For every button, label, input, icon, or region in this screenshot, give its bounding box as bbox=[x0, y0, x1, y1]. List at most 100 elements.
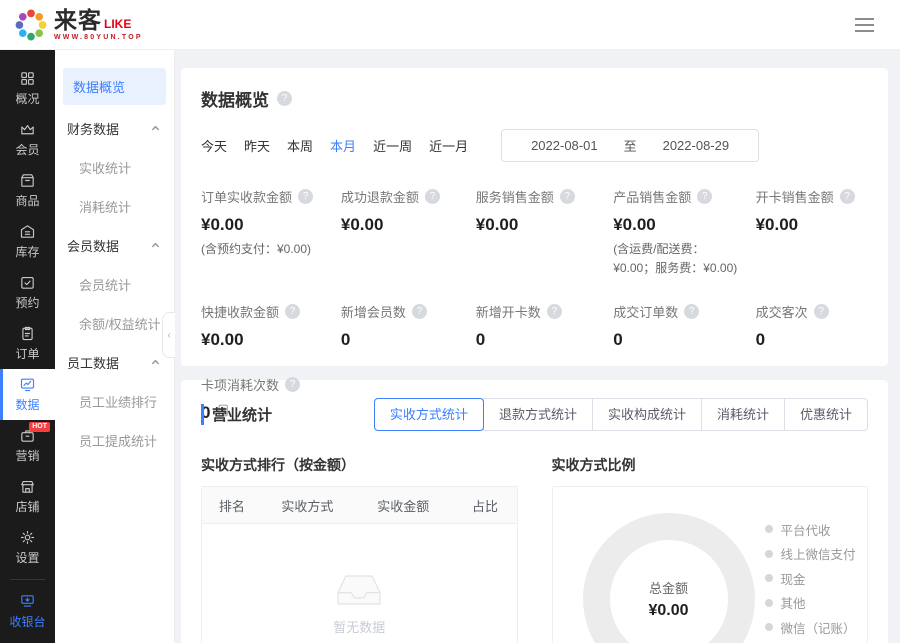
date-end[interactable]: 2022-08-29 bbox=[663, 138, 730, 153]
rail-item-appointments[interactable]: 预约 bbox=[0, 267, 55, 318]
sidebar-item-data-overview[interactable]: 数据概览 bbox=[63, 68, 166, 105]
app-logo[interactable]: 来客 LIKE WWW.80YUN.TOP bbox=[14, 8, 143, 42]
filter-last-week[interactable]: 近一周 bbox=[373, 136, 412, 155]
panel-title: 实收方式排行（按金额） bbox=[201, 455, 518, 475]
column-header: 排名 bbox=[202, 496, 262, 515]
stat-new-cards: 新增开卡数? 0 bbox=[476, 302, 603, 350]
rail-item-cashier[interactable]: 收银台 bbox=[0, 586, 55, 637]
logo-text: 来客 LIKE WWW.80YUN.TOP bbox=[54, 9, 143, 41]
help-icon[interactable]: ? bbox=[285, 377, 300, 392]
rail-item-overview[interactable]: 概况 bbox=[0, 63, 55, 114]
monitor-chart-icon bbox=[19, 376, 36, 393]
stat-value: 0 bbox=[756, 330, 868, 350]
help-icon[interactable]: ? bbox=[425, 189, 440, 204]
stat-label: 成功退款金额 bbox=[341, 187, 419, 206]
rail-item-label: 数据 bbox=[15, 396, 39, 413]
sidebar-item-staff-ranking[interactable]: 员工业绩排行 bbox=[55, 382, 174, 421]
help-icon[interactable]: ? bbox=[547, 304, 562, 319]
help-icon[interactable]: ? bbox=[840, 189, 855, 204]
ranking-table: 排名 实收方式 实收金额 占比 暂无数据 bbox=[201, 486, 518, 643]
sidebar-group-finance[interactable]: 财务数据 bbox=[55, 109, 174, 148]
rail-item-label: 预约 bbox=[15, 294, 39, 311]
filter-last-month[interactable]: 近一月 bbox=[429, 136, 468, 155]
legend-item[interactable]: 微信（记账） bbox=[765, 615, 870, 640]
rail-item-marketing[interactable]: HOT 营销 bbox=[0, 420, 55, 471]
rail-item-members[interactable]: 会员 bbox=[0, 114, 55, 165]
column-header: 占比 bbox=[454, 496, 517, 515]
stat-customer-visits: 成交客次? 0 bbox=[756, 302, 868, 350]
date-start[interactable]: 2022-08-01 bbox=[531, 138, 598, 153]
donut-center: 总金额 ¥0.00 bbox=[583, 513, 755, 643]
help-icon[interactable]: ? bbox=[814, 304, 829, 319]
sidebar-group-members[interactable]: 会员数据 bbox=[55, 226, 174, 265]
cash-register-icon bbox=[19, 593, 36, 610]
legend-item[interactable]: 其他 bbox=[765, 591, 870, 616]
calendar-check-icon bbox=[19, 274, 36, 291]
date-range-picker[interactable]: 2022-08-01 至 2022-08-29 bbox=[501, 129, 759, 162]
stat-service-sales: 服务销售金额? ¥0.00 bbox=[476, 187, 603, 277]
legend-dot bbox=[765, 574, 773, 582]
rail-item-settings[interactable]: 设置 bbox=[0, 522, 55, 573]
filter-today[interactable]: 今天 bbox=[201, 136, 227, 155]
stat-product-sales: 产品销售金额? ¥0.00 (含运费/配送费：¥0.00；服务费：¥0.00) bbox=[613, 187, 745, 277]
rail-item-store[interactable]: 店铺 bbox=[0, 471, 55, 522]
rail-item-orders[interactable]: 订单 bbox=[0, 318, 55, 369]
tab-payment-method-stats[interactable]: 实收方式统计 bbox=[374, 398, 484, 431]
sidebar-group-label: 会员数据 bbox=[67, 236, 119, 255]
help-icon[interactable]: ? bbox=[298, 189, 313, 204]
menu-icon[interactable] bbox=[851, 14, 878, 36]
column-header: 实收金额 bbox=[353, 496, 454, 515]
tab-consumption-stats[interactable]: 消耗统计 bbox=[701, 398, 785, 431]
sidebar-group-staff[interactable]: 员工数据 bbox=[55, 343, 174, 382]
rail-item-label: 概况 bbox=[15, 90, 39, 107]
table-header: 排名 实收方式 实收金额 占比 bbox=[202, 487, 517, 524]
legend-item[interactable]: 平台代收 bbox=[765, 517, 870, 542]
legend-item[interactable]: 现金 bbox=[765, 566, 870, 591]
sidebar-item-income-stats[interactable]: 实收统计 bbox=[55, 148, 174, 187]
legend-item[interactable]: 支付宝（记账） bbox=[765, 640, 870, 643]
stat-label: 卡项消耗次数 bbox=[201, 375, 279, 394]
stat-label: 产品销售金额 bbox=[613, 187, 691, 206]
legend-label: 平台代收 bbox=[781, 520, 831, 539]
payment-ranking-panel: 实收方式排行（按金额） 排名 实收方式 实收金额 占比 暂无数据 bbox=[201, 455, 518, 643]
stat-value: ¥0.00 bbox=[476, 215, 603, 235]
rail-item-inventory[interactable]: 库存 bbox=[0, 216, 55, 267]
legend-item[interactable]: 线上微信支付 bbox=[765, 542, 870, 567]
payment-proportion-panel: 实收方式比例 总金额 ¥0.00 平台代收 线上微信支付 现金 其他 微信（记账… bbox=[552, 455, 869, 643]
legend-label: 微信（记账） bbox=[781, 618, 856, 637]
help-icon[interactable]: ? bbox=[684, 304, 699, 319]
help-icon[interactable]: ? bbox=[277, 91, 292, 106]
rail-item-label: 订单 bbox=[15, 345, 39, 362]
sidebar-item-balance-stats[interactable]: 余额/权益统计 bbox=[55, 304, 174, 343]
sidebar-collapse-handle[interactable]: ‹ bbox=[162, 312, 175, 358]
sidebar-item-member-stats[interactable]: 会员统计 bbox=[55, 265, 174, 304]
rail-item-products[interactable]: 商品 bbox=[0, 165, 55, 216]
overview-card: 数据概览 ? 今天 昨天 本周 本月 近一周 近一月 2022-08-01 至 … bbox=[181, 68, 888, 366]
help-icon[interactable]: ? bbox=[697, 189, 712, 204]
gear-icon bbox=[19, 529, 36, 546]
sidebar-item-staff-commission[interactable]: 员工提成统计 bbox=[55, 421, 174, 460]
help-icon[interactable]: ? bbox=[560, 189, 575, 204]
tab-discount-stats[interactable]: 优惠统计 bbox=[784, 398, 868, 431]
panel-title: 实收方式比例 bbox=[552, 455, 869, 475]
stat-closed-orders: 成交订单数? 0 bbox=[613, 302, 745, 350]
filter-this-week[interactable]: 本周 bbox=[287, 136, 313, 155]
rail-item-label: 会员 bbox=[15, 141, 39, 158]
column-header: 实收方式 bbox=[262, 496, 353, 515]
package-icon bbox=[19, 172, 36, 189]
tab-refund-method-stats[interactable]: 退款方式统计 bbox=[483, 398, 593, 431]
tab-income-composition-stats[interactable]: 实收构成统计 bbox=[592, 398, 702, 431]
help-icon[interactable]: ? bbox=[412, 304, 427, 319]
filter-this-month[interactable]: 本月 bbox=[330, 136, 356, 155]
stat-label: 快捷收款金额 bbox=[201, 302, 279, 321]
stat-value: 0 bbox=[476, 330, 603, 350]
help-icon[interactable]: ? bbox=[285, 304, 300, 319]
legend-dot bbox=[765, 599, 773, 607]
stat-label: 服务销售金额 bbox=[476, 187, 554, 206]
stat-value: 0 bbox=[341, 330, 466, 350]
sidebar-item-consumption-stats[interactable]: 消耗统计 bbox=[55, 187, 174, 226]
rail-item-data[interactable]: 数据 bbox=[0, 369, 55, 420]
filter-yesterday[interactable]: 昨天 bbox=[244, 136, 270, 155]
chevron-up-icon bbox=[151, 358, 160, 367]
clipboard-icon bbox=[19, 325, 36, 342]
